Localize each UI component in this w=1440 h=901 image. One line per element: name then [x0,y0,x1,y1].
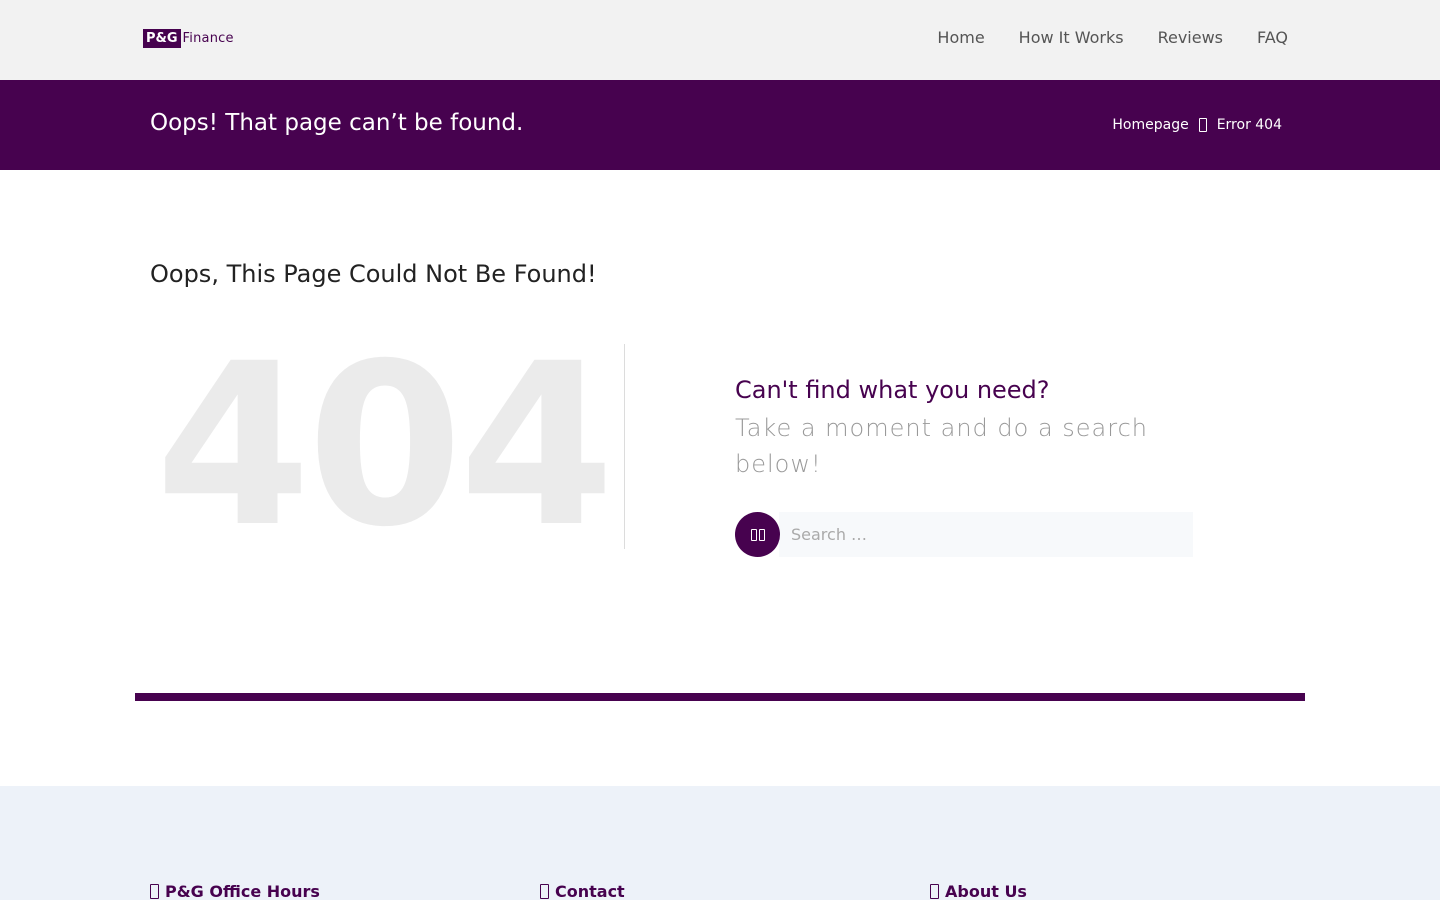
page-title-band: Oops! That page can’t be found. Homepage… [0,80,1440,170]
logo-mark: P&G [143,29,181,48]
footer-heading-about: About Us [945,882,1027,901]
site-logo[interactable]: P&G Finance [143,29,234,48]
info-icon [930,884,939,899]
nav-item-home[interactable]: Home [937,28,984,47]
nav-item-faq[interactable]: FAQ [1257,28,1288,47]
clock-icon [150,884,159,899]
footer-col-about: About Us [930,882,1027,901]
breadcrumb: Homepage Error 404 [1112,117,1282,133]
chevron-right-icon [1198,118,1207,132]
vertical-divider [624,344,625,549]
nav-item-how-it-works[interactable]: How It Works [1019,28,1124,47]
page-title: Oops! That page can’t be found. [150,110,524,136]
footer: P&G Office Hours Contact About Us [0,786,1440,901]
breadcrumb-current: Error 404 [1216,117,1282,133]
footer-heading-contact: Contact [555,882,625,901]
cant-find-heading: Can't find what you need? [735,376,1050,404]
error-heading: Oops, This Page Could Not Be Found! [150,260,597,288]
footer-col-contact: Contact [540,882,625,901]
logo-text: Finance [182,31,234,46]
breadcrumb-home-link[interactable]: Homepage [1112,117,1188,133]
footer-col-office-hours: P&G Office Hours [150,882,320,901]
section-divider [135,693,1305,701]
footer-heading-office-hours: P&G Office Hours [165,882,320,901]
search-button[interactable] [735,512,780,557]
error-code: 404 [155,315,615,576]
nav-item-reviews[interactable]: Reviews [1158,28,1223,47]
search-icon [750,528,765,541]
search-prompt: Take a moment and do a search below! [735,414,1149,478]
top-header: P&G Finance Home How It Works Reviews FA… [0,0,1440,80]
contact-icon [540,884,549,899]
main-nav: Home How It Works Reviews FAQ [937,28,1288,47]
search-form [735,512,1193,557]
search-input[interactable] [779,512,1193,557]
